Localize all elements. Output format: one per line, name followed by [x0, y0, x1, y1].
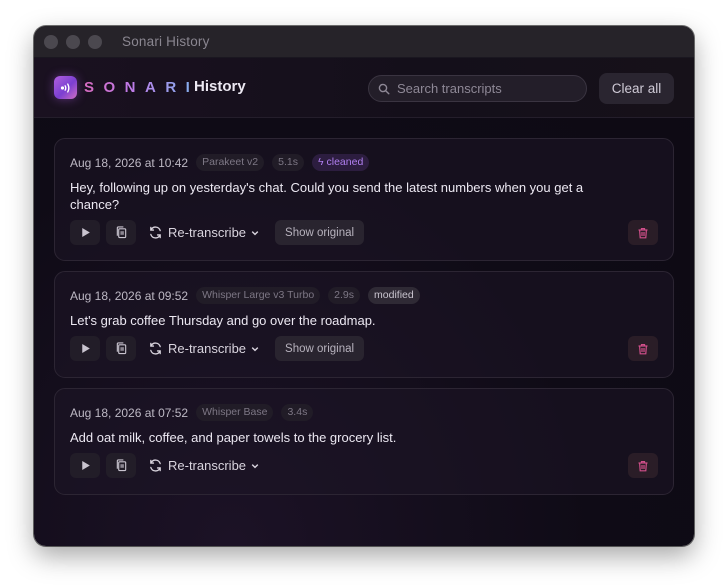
card-meta: Aug 18, 2026 at 07:52 Whisper Base 3.4s — [70, 404, 314, 421]
brand-wordmark: SONARI — [84, 79, 200, 96]
chevron-down-icon — [251, 230, 259, 235]
transcript-text: Hey, following up on yesterday's chat. C… — [70, 180, 584, 212]
title-bar: Sonari History — [34, 26, 694, 58]
retranscribe-menu[interactable]: Re-transcribe — [144, 336, 263, 361]
close-window-button[interactable] — [44, 34, 58, 49]
sonari-logo-icon — [54, 76, 77, 99]
card-date: Aug 18, 2026 at 07:52 — [70, 405, 189, 420]
copy-button[interactable] — [106, 453, 136, 478]
transcript-text: Let's grab coffee Thursday and go over t… — [70, 313, 376, 328]
zoom-window-button[interactable] — [88, 34, 102, 49]
copy-icon — [116, 342, 126, 355]
retranscribe-label: Re-transcribe — [168, 225, 247, 240]
duration-badge: 3.4s — [281, 404, 314, 421]
copy-icon — [116, 226, 126, 239]
app-window: Sonari History SONARI History Clear all … — [34, 26, 694, 546]
retranscribe-label: Re-transcribe — [168, 341, 247, 356]
card-date: Aug 18, 2026 at 09:52 — [70, 288, 189, 303]
card-actions: Re-transcribe Show original — [70, 336, 365, 361]
trash-icon — [638, 460, 648, 471]
app-header: SONARI History Clear all — [34, 58, 694, 118]
refresh-icon — [150, 342, 161, 355]
card-meta: Aug 18, 2026 at 10:42 Parakeet v2 5.1s ϟ… — [70, 154, 370, 171]
duration-badge: 2.9s — [328, 287, 361, 304]
clear-all-button[interactable]: Clear all — [599, 73, 674, 104]
sparkle-icon: ϟ — [318, 156, 327, 168]
history-card: Aug 18, 2026 at 09:52 Whisper Large v3 T… — [54, 271, 674, 378]
show-original-button[interactable]: Show original — [275, 220, 365, 245]
history-card: Aug 18, 2026 at 07:52 Whisper Base 3.4s … — [54, 388, 674, 495]
transcript-text: Add oat milk, coffee, and paper towels t… — [70, 430, 397, 445]
play-button[interactable] — [70, 453, 100, 478]
chevron-down-icon — [251, 463, 259, 468]
retranscribe-label: Re-transcribe — [168, 458, 247, 473]
card-meta: Aug 18, 2026 at 09:52 Whisper Large v3 T… — [70, 287, 420, 304]
refresh-icon — [150, 226, 161, 239]
play-icon — [81, 227, 90, 238]
model-badge: Parakeet v2 — [196, 154, 265, 171]
search-input[interactable] — [397, 81, 577, 96]
card-date: Aug 18, 2026 at 10:42 — [70, 155, 189, 170]
copy-icon — [116, 459, 126, 472]
model-badge: Whisper Large v3 Turbo — [196, 287, 321, 304]
cleaned-badge-label: cleaned — [326, 156, 364, 168]
card-actions: Re-transcribe — [70, 453, 263, 478]
modified-badge: modified — [368, 287, 420, 304]
chevron-down-icon — [251, 346, 259, 351]
search-field[interactable] — [368, 75, 587, 102]
refresh-icon — [150, 459, 161, 472]
play-button[interactable] — [70, 220, 100, 245]
model-badge: Whisper Base — [196, 404, 274, 421]
play-icon — [81, 460, 90, 471]
cleaned-badge: ϟ cleaned — [312, 154, 370, 171]
history-card: Aug 18, 2026 at 10:42 Parakeet v2 5.1s ϟ… — [54, 138, 674, 261]
window-title: Sonari History — [122, 34, 210, 49]
delete-button[interactable] — [628, 220, 658, 245]
trash-icon — [638, 343, 648, 354]
retranscribe-menu[interactable]: Re-transcribe — [144, 453, 263, 478]
show-original-button[interactable]: Show original — [275, 336, 365, 361]
search-icon — [378, 83, 390, 94]
retranscribe-menu[interactable]: Re-transcribe — [144, 220, 263, 245]
play-icon — [81, 343, 90, 354]
copy-button[interactable] — [106, 220, 136, 245]
delete-button[interactable] — [628, 453, 658, 478]
window-controls — [44, 34, 102, 49]
copy-button[interactable] — [106, 336, 136, 361]
page-title: History — [194, 78, 246, 95]
minimize-window-button[interactable] — [66, 34, 80, 49]
history-list: Aug 18, 2026 at 10:42 Parakeet v2 5.1s ϟ… — [54, 138, 674, 505]
play-button[interactable] — [70, 336, 100, 361]
card-actions: Re-transcribe Show original — [70, 220, 365, 245]
duration-badge: 5.1s — [272, 154, 305, 171]
delete-button[interactable] — [628, 336, 658, 361]
trash-icon — [638, 227, 648, 238]
